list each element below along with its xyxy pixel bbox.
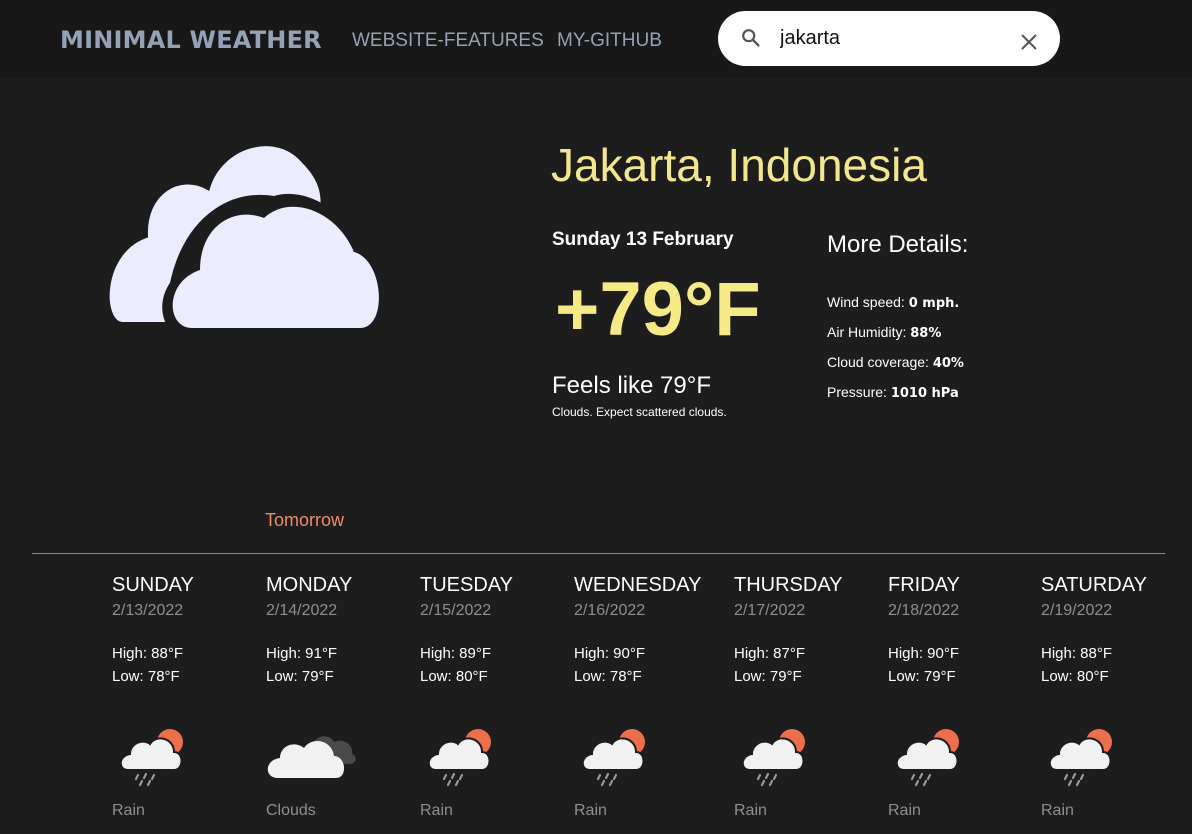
forecast-day-name: THURSDAY	[734, 574, 843, 596]
forecast-condition: Clouds	[266, 802, 316, 819]
forecast-high: High: 88°F	[1041, 645, 1113, 662]
forecast-low: Low: 78°F	[112, 668, 180, 685]
forecast-condition: Rain	[420, 802, 453, 819]
forecast-day-name: MONDAY	[266, 574, 353, 596]
forecast-day-name: FRIDAY	[888, 574, 960, 596]
rain-sun-icon	[894, 724, 966, 793]
feels-like: Feels like 79°F	[552, 372, 711, 399]
forecast-high: High: 91°F	[266, 645, 338, 662]
detail-air-humidity: Air Humidity: 88%	[827, 324, 942, 341]
forecast-low: Low: 80°F	[420, 668, 488, 685]
rain-sun-icon	[1047, 724, 1119, 793]
forecast-day-name: SUNDAY	[112, 574, 194, 596]
rain-sun-icon	[118, 724, 190, 793]
nav-link-website-features[interactable]: WEBSITE-FEATURES	[352, 30, 544, 52]
clouds-icon	[266, 724, 356, 793]
detail-wind-speed: Wind speed: 0 mph.	[827, 294, 960, 311]
divider	[32, 553, 1165, 554]
forecast-high: High: 90°F	[574, 645, 646, 662]
forecast-day-name: TUESDAY	[420, 574, 513, 596]
forecast-low: Low: 78°F	[574, 668, 642, 685]
forecast-day[interactable]: MONDAY 2/14/2022 High: 91°F Low: 79°F Cl…	[266, 574, 406, 819]
search-bar	[718, 11, 1060, 66]
forecast-date: 2/19/2022	[1041, 602, 1113, 619]
forecast-low: Low: 79°F	[734, 668, 802, 685]
forecast-day[interactable]: FRIDAY 2/18/2022 High: 90°F Low: 79°F Ra…	[888, 574, 1028, 819]
forecast-condition: Rain	[112, 802, 145, 819]
forecast-low: Low: 80°F	[1041, 668, 1109, 685]
city-title: Jakarta, Indonesia	[551, 139, 927, 191]
forecast-day[interactable]: SUNDAY 2/13/2022 High: 88°F Low: 78°F Ra…	[112, 574, 252, 819]
forecast-condition: Rain	[574, 802, 607, 819]
rain-sun-icon	[740, 724, 812, 793]
more-details-title: More Details:	[827, 231, 969, 258]
forecast-day[interactable]: THURSDAY 2/17/2022 High: 87°F Low: 79°F …	[734, 574, 874, 819]
forecast-high: High: 87°F	[734, 645, 806, 662]
navbar: MINIMAL WEATHER WEBSITE-FEATURES MY-GITH…	[0, 0, 1192, 78]
forecast-date: 2/16/2022	[574, 602, 646, 619]
forecast-condition: Rain	[888, 802, 921, 819]
forecast-day[interactable]: SATURDAY 2/19/2022 High: 88°F Low: 80°F …	[1041, 574, 1181, 819]
tomorrow-link[interactable]: Tomorrow	[265, 510, 344, 531]
forecast-high: High: 89°F	[420, 645, 492, 662]
rain-sun-icon	[426, 724, 498, 793]
brand-logo[interactable]: MINIMAL WEATHER	[60, 26, 322, 54]
forecast-condition: Rain	[734, 802, 767, 819]
rain-sun-icon	[580, 724, 652, 793]
weather-description: Clouds. Expect scattered clouds.	[552, 405, 727, 419]
forecast-day-name: SATURDAY	[1041, 574, 1147, 596]
forecast-date: 2/13/2022	[112, 602, 184, 619]
detail-cloud-coverage: Cloud coverage: 40%	[827, 354, 964, 371]
detail-pressure: Pressure: 1010 hPa	[827, 384, 959, 401]
forecast-low: Low: 79°F	[888, 668, 956, 685]
forecast-day-name: WEDNESDAY	[574, 574, 702, 596]
forecast-low: Low: 79°F	[266, 668, 334, 685]
search-icon[interactable]	[740, 27, 762, 54]
forecast-date: 2/14/2022	[266, 602, 338, 619]
forecast-high: High: 90°F	[888, 645, 960, 662]
forecast-condition: Rain	[1041, 802, 1074, 819]
forecast-date: 2/18/2022	[888, 602, 960, 619]
forecast-date: 2/17/2022	[734, 602, 806, 619]
forecast-high: High: 88°F	[112, 645, 184, 662]
forecast-day[interactable]: TUESDAY 2/15/2022 High: 89°F Low: 80°F R…	[420, 574, 560, 819]
forecast-date: 2/15/2022	[420, 602, 492, 619]
search-input[interactable]	[780, 24, 1010, 52]
clear-search-icon[interactable]	[1020, 33, 1038, 56]
nav-link-my-github[interactable]: MY-GITHUB	[557, 30, 662, 52]
clouds-icon	[105, 132, 392, 347]
current-date: Sunday 13 February	[552, 229, 734, 250]
current-temperature: +79°F	[555, 267, 761, 352]
forecast-day[interactable]: WEDNESDAY 2/16/2022 High: 90°F Low: 78°F…	[574, 574, 714, 819]
